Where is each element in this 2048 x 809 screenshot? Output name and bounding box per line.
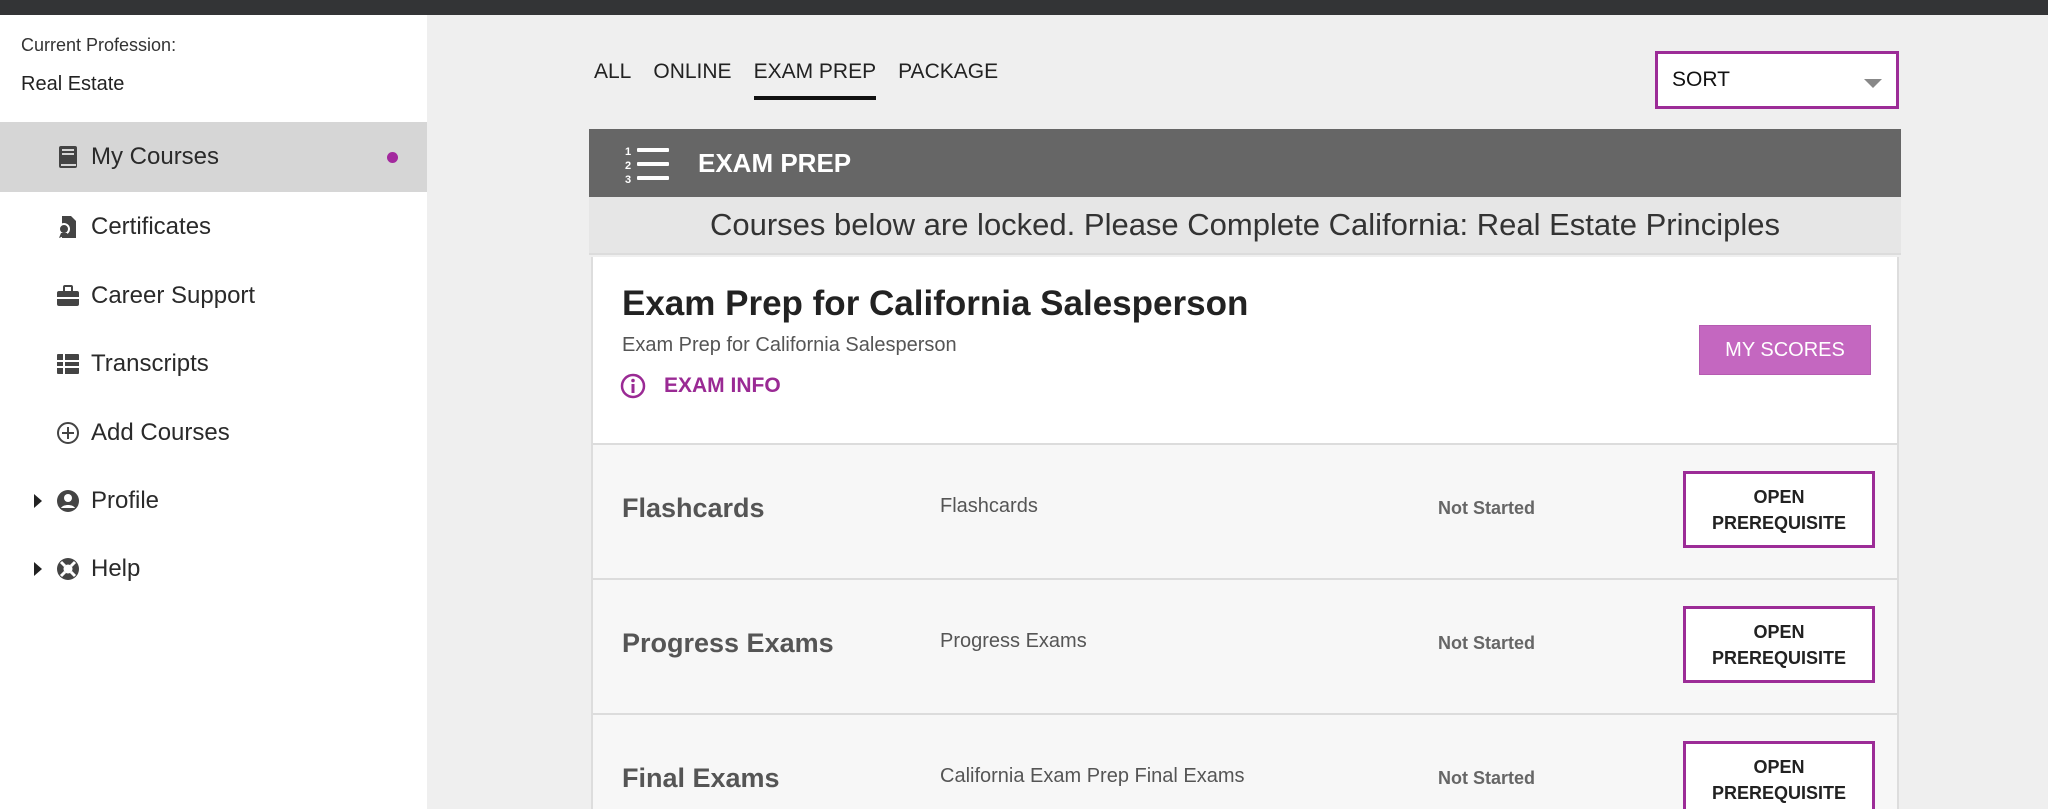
- course-title: Exam Prep for California Salesperson: [622, 284, 1249, 323]
- sidebar-item-label: Profile: [91, 487, 160, 514]
- row-status: Not Started: [1438, 768, 1536, 788]
- course-card: Exam Prep for California Salesperson Exa…: [591, 257, 1899, 443]
- row-status: Not Started: [1438, 498, 1536, 518]
- current-profession-label: Current Profession:: [21, 35, 177, 55]
- plus-circle-icon: [56, 421, 80, 445]
- sidebar-item-my-courses[interactable]: My Courses: [0, 122, 427, 192]
- row-title: Final Exams: [622, 763, 780, 793]
- row-description: Progress Exams: [940, 630, 1087, 652]
- expand-caret-icon[interactable]: [34, 562, 42, 576]
- course-component-row: Flashcards Flashcards Not Started OPEN P…: [591, 443, 1899, 578]
- tab-package[interactable]: PACKAGE: [898, 60, 998, 100]
- sort-dropdown[interactable]: SORT: [1655, 51, 1899, 109]
- exam-info-label: EXAM INFO: [664, 374, 781, 397]
- svg-text:1: 1: [625, 146, 631, 158]
- course-filter-tabs: ALL ONLINE EXAM PREP PACKAGE: [594, 60, 1020, 100]
- numbered-list-icon: 1 2 3: [625, 146, 669, 186]
- book-icon: [56, 145, 80, 169]
- briefcase-icon: [56, 284, 80, 308]
- chevron-down-icon: [1864, 79, 1882, 88]
- sidebar: Current Profession: Real Estate My Cours…: [0, 15, 427, 809]
- sidebar-item-label: Transcripts: [91, 350, 209, 377]
- tab-all[interactable]: ALL: [594, 60, 631, 100]
- sidebar-item-label: Add Courses: [91, 419, 230, 446]
- current-profession-value: Real Estate: [21, 73, 125, 95]
- lifebuoy-icon: [56, 557, 80, 581]
- certificate-icon: [56, 215, 80, 239]
- open-prerequisite-button[interactable]: OPEN PREREQUISITE: [1683, 471, 1875, 548]
- sidebar-item-label: Career Support: [91, 282, 256, 309]
- sidebar-item-transcripts[interactable]: Transcripts: [0, 329, 427, 399]
- locked-message: Courses below are locked. Please Complet…: [589, 197, 1901, 255]
- svg-text:2: 2: [625, 160, 631, 172]
- tab-exam-prep[interactable]: EXAM PREP: [753, 60, 877, 100]
- course-subtitle: Exam Prep for California Salesperson: [622, 334, 957, 356]
- row-title: Progress Exams: [622, 628, 834, 658]
- tab-online[interactable]: ONLINE: [653, 60, 731, 100]
- course-component-row: Progress Exams Progress Exams Not Starte…: [591, 578, 1899, 713]
- user-circle-icon: [56, 489, 80, 513]
- sort-label: SORT: [1672, 68, 1730, 91]
- transcripts-icon: [56, 352, 80, 376]
- active-indicator-dot: [387, 151, 398, 163]
- sidebar-item-label: Certificates: [91, 213, 212, 240]
- svg-text:3: 3: [625, 174, 631, 186]
- sidebar-item-profile[interactable]: Profile: [0, 466, 427, 536]
- sidebar-item-career-support[interactable]: Career Support: [0, 261, 427, 331]
- info-icon: [620, 373, 646, 399]
- sidebar-item-help[interactable]: Help: [0, 534, 427, 604]
- my-scores-button[interactable]: MY SCORES: [1699, 325, 1871, 375]
- row-title: Flashcards: [622, 493, 765, 523]
- open-prerequisite-button[interactable]: OPEN PREREQUISITE: [1683, 606, 1875, 683]
- section-title: EXAM PREP: [698, 147, 852, 178]
- sidebar-item-label: Help: [91, 555, 141, 582]
- top-bar: [0, 0, 2048, 15]
- sidebar-item-certificates[interactable]: Certificates: [0, 192, 427, 262]
- row-status: Not Started: [1438, 633, 1536, 653]
- row-description: California Exam Prep Final Exams: [940, 765, 1245, 787]
- exam-info-link[interactable]: EXAM INFO: [620, 373, 781, 399]
- section-header: 1 2 3 EXAM PREP: [589, 129, 1901, 197]
- sidebar-item-add-courses[interactable]: Add Courses: [0, 398, 427, 468]
- row-description: Flashcards: [940, 495, 1038, 517]
- open-prerequisite-button[interactable]: OPEN PREREQUISITE: [1683, 741, 1875, 809]
- course-component-row: Final Exams California Exam Prep Final E…: [591, 713, 1899, 809]
- sidebar-item-label: My Courses: [91, 143, 220, 170]
- expand-caret-icon[interactable]: [34, 494, 42, 508]
